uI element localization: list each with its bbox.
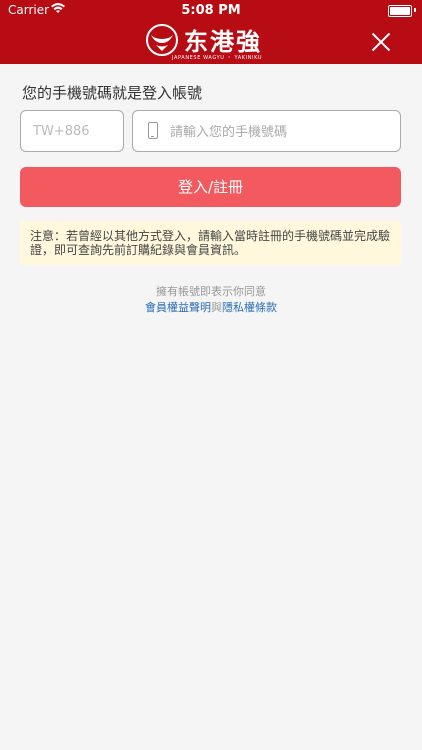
member-rights-link[interactable]: 會員權益聲明 [145, 301, 211, 314]
bull-horns-icon [146, 24, 178, 56]
phone-field[interactable] [132, 110, 401, 153]
phone-icon [148, 122, 158, 139]
terms-links: 會員權益聲明與隱私權條款 [0, 299, 422, 315]
privacy-policy-link[interactable]: 隱私權條款 [222, 301, 277, 314]
brand-name: 东港強 [184, 27, 262, 56]
country-code-input[interactable] [20, 110, 124, 152]
agreement-text: 擁有帳號即表示你同意 [156, 285, 266, 298]
status-bar: Carrier 5:08 PM [0, 0, 422, 20]
phone-login-label: 您的手機號碼就是登入帳號 [22, 84, 203, 102]
link-conjunction: 與 [211, 301, 222, 314]
brand-logo: 东港強 JAPANESE WAGYU ・ YAKINIKU [140, 22, 290, 62]
app-header: Carrier 5:08 PM 东港強 JAPANESE WAGYU ・ YAK… [0, 0, 422, 64]
notice-box: 注意：若曾經以其他方式登入，請輸入當時註冊的手機號碼並完成驗證，即可查詢先前訂購… [20, 221, 401, 265]
brand-subtitle: JAPANESE WAGYU ・ YAKINIKU [172, 55, 263, 61]
battery-icon [388, 5, 412, 17]
close-icon[interactable] [368, 30, 394, 56]
phone-input[interactable] [168, 111, 397, 153]
clock: 5:08 PM [181, 3, 241, 18]
login-register-button[interactable]: 登入/註冊 [20, 167, 401, 207]
